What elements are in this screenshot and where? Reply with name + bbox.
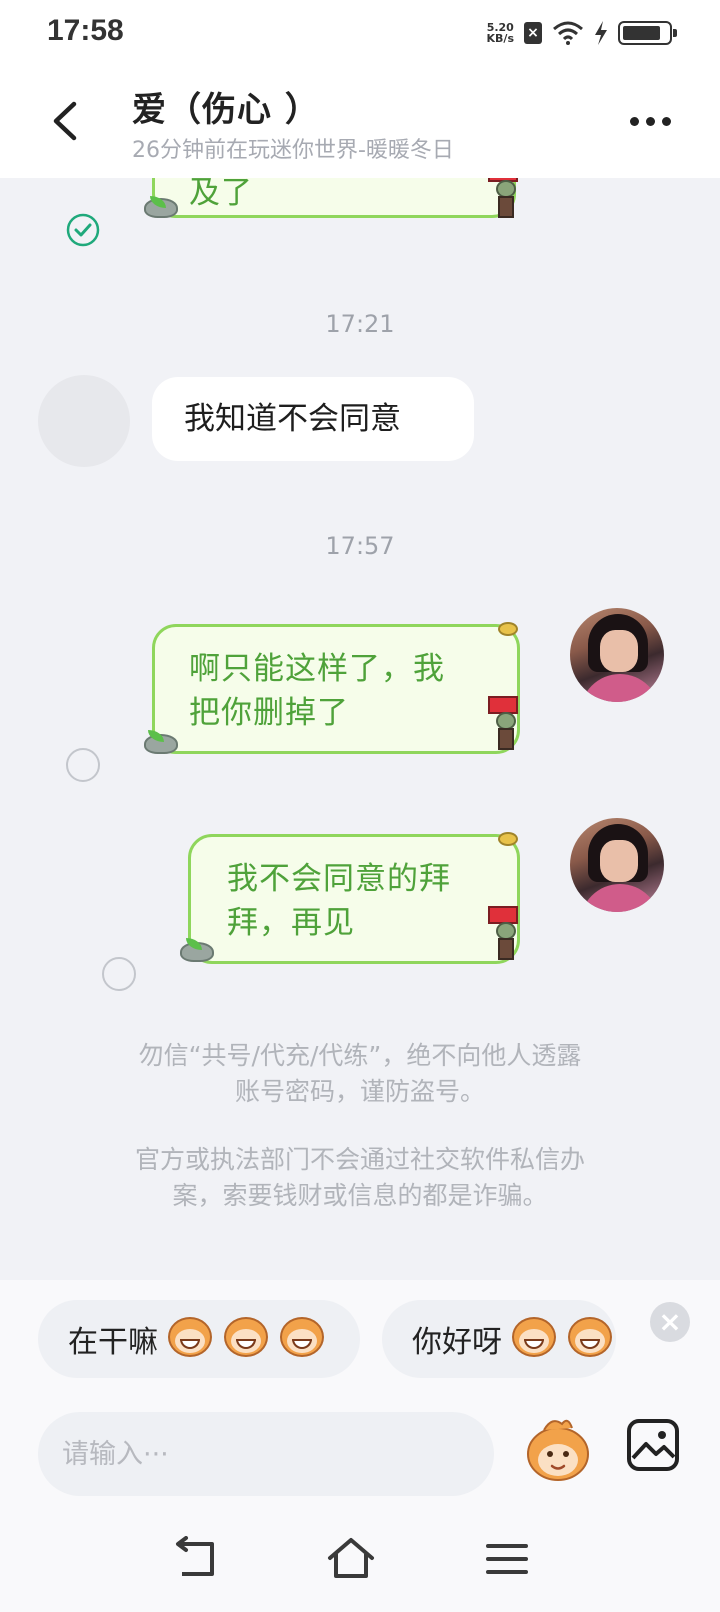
unread-status-icon: [66, 748, 100, 782]
status-icons: 5.20 KB/s ×: [487, 18, 677, 48]
nav-menu-icon[interactable]: [482, 1536, 532, 1582]
fraud-notice: 官方或执法部门不会通过社交软件私信办 案，索要钱财或信息的都是诈骗。: [60, 1142, 660, 1214]
sprout-decoration-icon: [498, 832, 518, 846]
monkey-emoji-icon: [510, 1317, 558, 1361]
status-time: 17:58: [47, 14, 124, 47]
message-bubble-outgoing[interactable]: 啊只能这样了，我 把你删掉了: [152, 624, 520, 754]
nav-home-icon[interactable]: [326, 1536, 376, 1582]
sprout-decoration-icon: [498, 622, 518, 636]
back-arrow-icon[interactable]: [44, 96, 88, 146]
unread-status-icon: [102, 957, 136, 991]
message-timestamp: 17:21: [325, 310, 395, 338]
message-input[interactable]: [38, 1412, 494, 1496]
network-speed-unit: KB/s: [486, 32, 514, 45]
message-list[interactable]: 及了 17:21 我知道不会同意 17:57 啊只能这样了，我 把你删掉了 我不…: [0, 178, 720, 1280]
quick-reply-label: 你好呀: [412, 1325, 502, 1360]
battery-icon: [618, 21, 677, 45]
wifi-icon: [553, 21, 583, 45]
close-quick-replies-icon[interactable]: ×: [650, 1302, 690, 1342]
contact-avatar[interactable]: [38, 375, 130, 467]
message-timestamp: 17:57: [325, 532, 395, 560]
fraud-notice-line: 案，索要钱财或信息的都是诈骗。: [172, 1181, 548, 1210]
message-text-line: 我不会同意的拜: [227, 861, 451, 897]
message-text: 及了: [189, 178, 253, 211]
user-avatar[interactable]: [570, 608, 664, 702]
message-bubble-outgoing[interactable]: 及了: [152, 178, 516, 218]
quick-reply-chip[interactable]: 你好呀: [382, 1300, 616, 1378]
monkey-emoji-icon[interactable]: [522, 1414, 594, 1486]
fraud-notice-line: 官方或执法部门不会通过社交软件私信办: [134, 1145, 585, 1174]
message-text-line: 拜，再见: [227, 905, 355, 941]
charging-icon: [595, 21, 607, 45]
battery-level: [623, 26, 661, 40]
safety-notice: 勿信“共号/代充/代练”，绝不向他人透露 账号密码，谨防盗号。: [60, 1038, 660, 1110]
zombie-decoration-icon: [488, 178, 522, 220]
quick-reply-label: 在干嘛: [68, 1325, 158, 1360]
image-icon[interactable]: [626, 1418, 680, 1472]
status-bar: 17:58 5.20 KB/s ×: [0, 0, 720, 66]
system-nav-bar: [0, 1506, 720, 1612]
read-check-icon: [66, 213, 100, 247]
zombie-decoration-icon: [488, 696, 522, 752]
monkey-emoji-icon: [222, 1317, 270, 1361]
message-text-line: 啊只能这样了，我: [189, 651, 445, 687]
nav-back-icon[interactable]: [172, 1536, 222, 1582]
message-bubble-outgoing[interactable]: 我不会同意的拜 拜，再见: [188, 834, 520, 964]
network-speed: 5.20 KB/s: [487, 22, 514, 44]
message-text-line: 把你删掉了: [189, 695, 349, 731]
quick-reply-chip[interactable]: 在干嘛: [38, 1300, 360, 1378]
chat-header: 爱（伤心 ） 26分钟前在玩迷你世界-暖暖冬日: [0, 66, 720, 178]
chat-title: 爱（伤心 ）: [132, 90, 320, 130]
more-dots-icon[interactable]: [630, 106, 680, 136]
chat-subtitle: 26分钟前在玩迷你世界-暖暖冬日: [132, 138, 454, 163]
monkey-emoji-icon: [278, 1317, 326, 1361]
user-avatar[interactable]: [570, 818, 664, 912]
safety-notice-line: 勿信“共号/代充/代练”，绝不向他人透露: [138, 1041, 582, 1070]
message-text: 我知道不会同意: [184, 401, 401, 437]
dot: [646, 116, 655, 126]
dot: [630, 116, 639, 126]
no-sim-icon: ×: [524, 22, 542, 44]
monkey-emoji-icon: [166, 1317, 214, 1361]
safety-notice-line: 账号密码，谨防盗号。: [234, 1077, 485, 1106]
message-bubble-incoming[interactable]: 我知道不会同意: [152, 377, 474, 461]
input-bar: [0, 1378, 720, 1506]
dot: [662, 116, 671, 126]
monkey-emoji-icon: [566, 1317, 614, 1361]
zombie-decoration-icon: [488, 906, 522, 962]
quick-reply-bar: 在干嘛 你好呀 ×: [0, 1280, 720, 1378]
